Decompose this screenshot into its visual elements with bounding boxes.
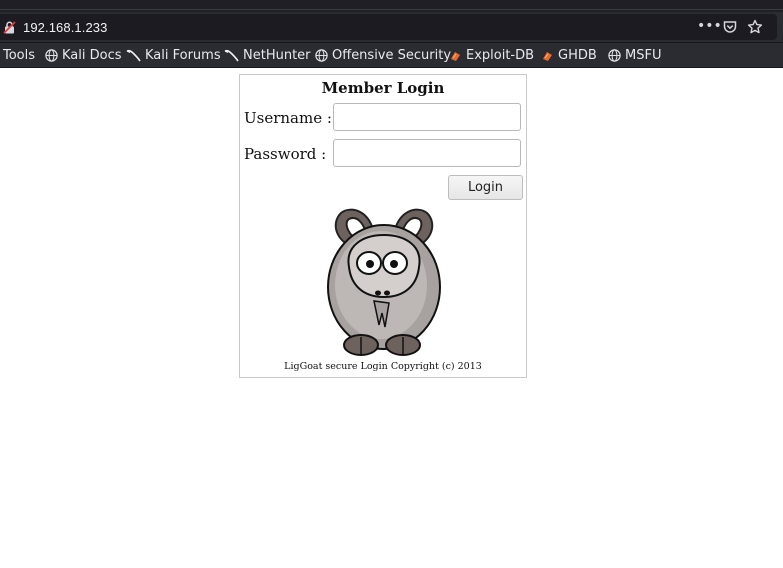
bookmark-label: Tools <box>3 47 36 63</box>
exploit-db-icon <box>451 51 460 61</box>
globe-icon <box>608 48 621 62</box>
bookmark-exploit-db[interactable]: Exploit-DB <box>449 46 534 64</box>
bookmark-label: Offensive Security <box>332 47 452 63</box>
globe-icon <box>45 48 58 62</box>
bookmark-nethunter[interactable]: NetHunter <box>224 46 311 64</box>
url-text[interactable]: 192.168.1.233 <box>23 20 107 35</box>
bookmark-ghdb[interactable]: GHDB <box>541 46 597 64</box>
insecure-lock-icon[interactable] <box>3 21 16 34</box>
navigation-toolbar: 192.168.1.233 ••• <box>0 12 783 43</box>
password-input[interactable] <box>333 139 521 167</box>
pocket-icon[interactable] <box>723 20 737 34</box>
bookmark-label: GHDB <box>558 47 597 63</box>
bookmark-offensive-security[interactable]: Offensive Security <box>315 46 451 64</box>
password-label: Password : <box>244 145 327 163</box>
window-top-strip <box>0 0 783 12</box>
bookmark-label: NetHunter <box>243 47 311 63</box>
kali-dragon-icon <box>224 49 239 61</box>
bookmark-tools[interactable]: Tools <box>3 46 35 64</box>
bookmark-kali-forums[interactable]: Kali Forums <box>126 46 221 64</box>
url-field[interactable]: 192.168.1.233 ••• <box>0 14 777 40</box>
bookmark-label: MSFU <box>625 47 662 63</box>
login-button[interactable]: Login <box>448 175 523 200</box>
bookmark-kali-docs[interactable]: Kali Docs <box>45 46 122 64</box>
copyright-text: LigGoat secure Login Copyright (c) 2013 <box>284 361 482 372</box>
bookmarks-toolbar: Tools Kali Docs Kali Forums NetHunter Of… <box>0 43 783 68</box>
username-input[interactable] <box>333 103 521 131</box>
login-form: Member Login Username : Password : Login… <box>239 74 527 378</box>
kali-dragon-icon <box>126 49 141 61</box>
bookmark-label: Kali Forums <box>145 47 221 63</box>
bookmark-star-icon[interactable] <box>747 19 763 35</box>
bookmark-label: Exploit-DB <box>466 47 535 63</box>
exploit-db-icon <box>543 51 552 61</box>
goat-mascot-image <box>327 208 441 356</box>
page-actions-icon[interactable]: ••• <box>697 19 722 35</box>
bookmark-label: Kali Docs <box>62 47 122 63</box>
bookmark-msfu[interactable]: MSFU <box>608 46 661 64</box>
username-label: Username : <box>244 109 332 127</box>
page-title: Member Login <box>321 79 445 97</box>
globe-icon <box>315 48 328 62</box>
